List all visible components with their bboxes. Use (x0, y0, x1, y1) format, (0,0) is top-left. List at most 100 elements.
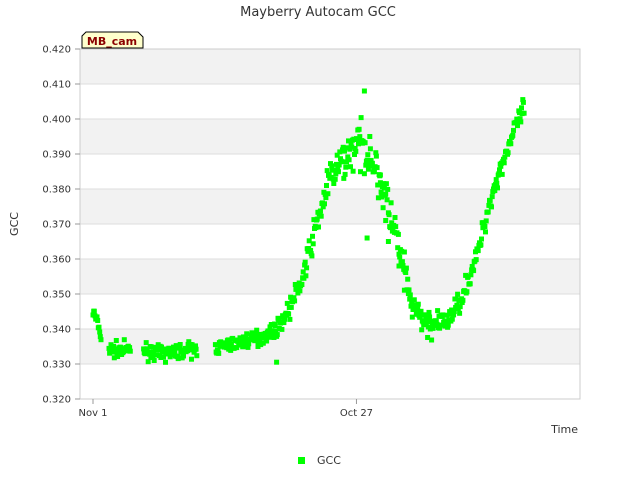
y-tick-label: 0.410 (42, 80, 71, 91)
data-point (511, 127, 516, 133)
data-point (287, 316, 293, 322)
data-point (244, 331, 250, 337)
camera-badge: MB_cam (81, 31, 144, 49)
data-point (489, 194, 495, 200)
data-point (467, 281, 473, 287)
data-point (304, 265, 310, 271)
data-point (485, 209, 491, 215)
data-point (274, 359, 280, 365)
data-point (364, 235, 370, 241)
data-point (145, 359, 151, 365)
data-point (518, 119, 524, 125)
data-point (367, 134, 373, 139)
data-point (482, 224, 488, 229)
data-point (383, 181, 389, 187)
data-point (292, 298, 298, 304)
data-point (97, 329, 103, 335)
data-point (396, 263, 402, 269)
data-point (316, 224, 321, 230)
data-point (318, 213, 324, 219)
data-point (435, 308, 441, 314)
data-point (346, 157, 352, 163)
data-point (393, 224, 399, 230)
data-point (342, 171, 348, 177)
data-point (325, 191, 331, 197)
data-point (411, 297, 417, 303)
badge-label: MB_cam (87, 35, 137, 48)
data-point (510, 132, 516, 138)
data-point (322, 201, 327, 207)
data-point (419, 327, 425, 333)
data-point (151, 358, 157, 363)
data-point (95, 318, 101, 323)
data-point (98, 337, 104, 343)
data-point (189, 356, 194, 362)
data-point (405, 276, 411, 282)
gcc-chart: Mayberry Autocam GCC 0.320 0.330 0.340 0.35… (8, 5, 581, 467)
data-point (377, 172, 383, 178)
data-point (356, 126, 362, 132)
legend-marker (298, 457, 305, 464)
data-point (417, 313, 423, 319)
data-point (297, 288, 303, 294)
data-point (367, 146, 373, 152)
data-point (403, 270, 409, 275)
data-point (121, 337, 127, 343)
data-point (373, 153, 379, 159)
data-point (401, 249, 407, 255)
data-point (310, 241, 316, 247)
data-point (383, 218, 389, 223)
data-point (288, 304, 294, 310)
data-point (475, 248, 481, 254)
plot-band (80, 49, 580, 84)
y-tick-label: 0.370 (42, 220, 71, 231)
data-point (508, 141, 514, 147)
y-axis-label: GCC (8, 212, 21, 236)
data-point (181, 353, 186, 359)
data-point (495, 185, 500, 191)
data-point (358, 115, 364, 121)
data-point (194, 353, 200, 359)
y-tick-label: 0.340 (42, 325, 71, 336)
data-point (365, 152, 371, 158)
data-point (361, 88, 367, 94)
data-point (460, 297, 466, 303)
data-point (380, 205, 386, 211)
data-point (279, 326, 285, 332)
data-point (339, 159, 345, 165)
legend-label: GCC (317, 454, 341, 467)
y-tick-label: 0.350 (42, 290, 71, 301)
data-point (505, 150, 511, 156)
data-point (91, 308, 97, 314)
data-point (96, 324, 102, 330)
data-point (519, 105, 524, 111)
data-point (216, 350, 222, 356)
data-point (362, 140, 368, 146)
data-point (386, 212, 392, 218)
x-tick-label: Oct 27 (340, 408, 373, 419)
plot-bands (80, 49, 580, 364)
data-point (303, 273, 309, 279)
legend: GCC (298, 454, 341, 467)
data-point (520, 99, 526, 105)
data-point (324, 183, 329, 188)
data-point (302, 259, 308, 265)
data-point (299, 282, 305, 287)
data-point (449, 316, 455, 322)
data-point (388, 200, 394, 206)
data-point (397, 254, 403, 260)
data-point (478, 242, 484, 248)
data-point (343, 164, 349, 170)
chart-title: Mayberry Autocam GCC (240, 5, 396, 20)
data-point (113, 338, 119, 343)
y-tick-label: 0.400 (42, 115, 71, 126)
y-tick-label: 0.380 (42, 185, 71, 196)
y-tick-label: 0.360 (42, 255, 71, 266)
data-point (385, 186, 391, 192)
y-tick-label: 0.390 (42, 150, 71, 161)
data-point (407, 292, 413, 298)
data-point (473, 257, 479, 263)
data-point (501, 160, 507, 166)
data-point (479, 236, 484, 242)
y-tick-label: 0.320 (42, 395, 71, 406)
